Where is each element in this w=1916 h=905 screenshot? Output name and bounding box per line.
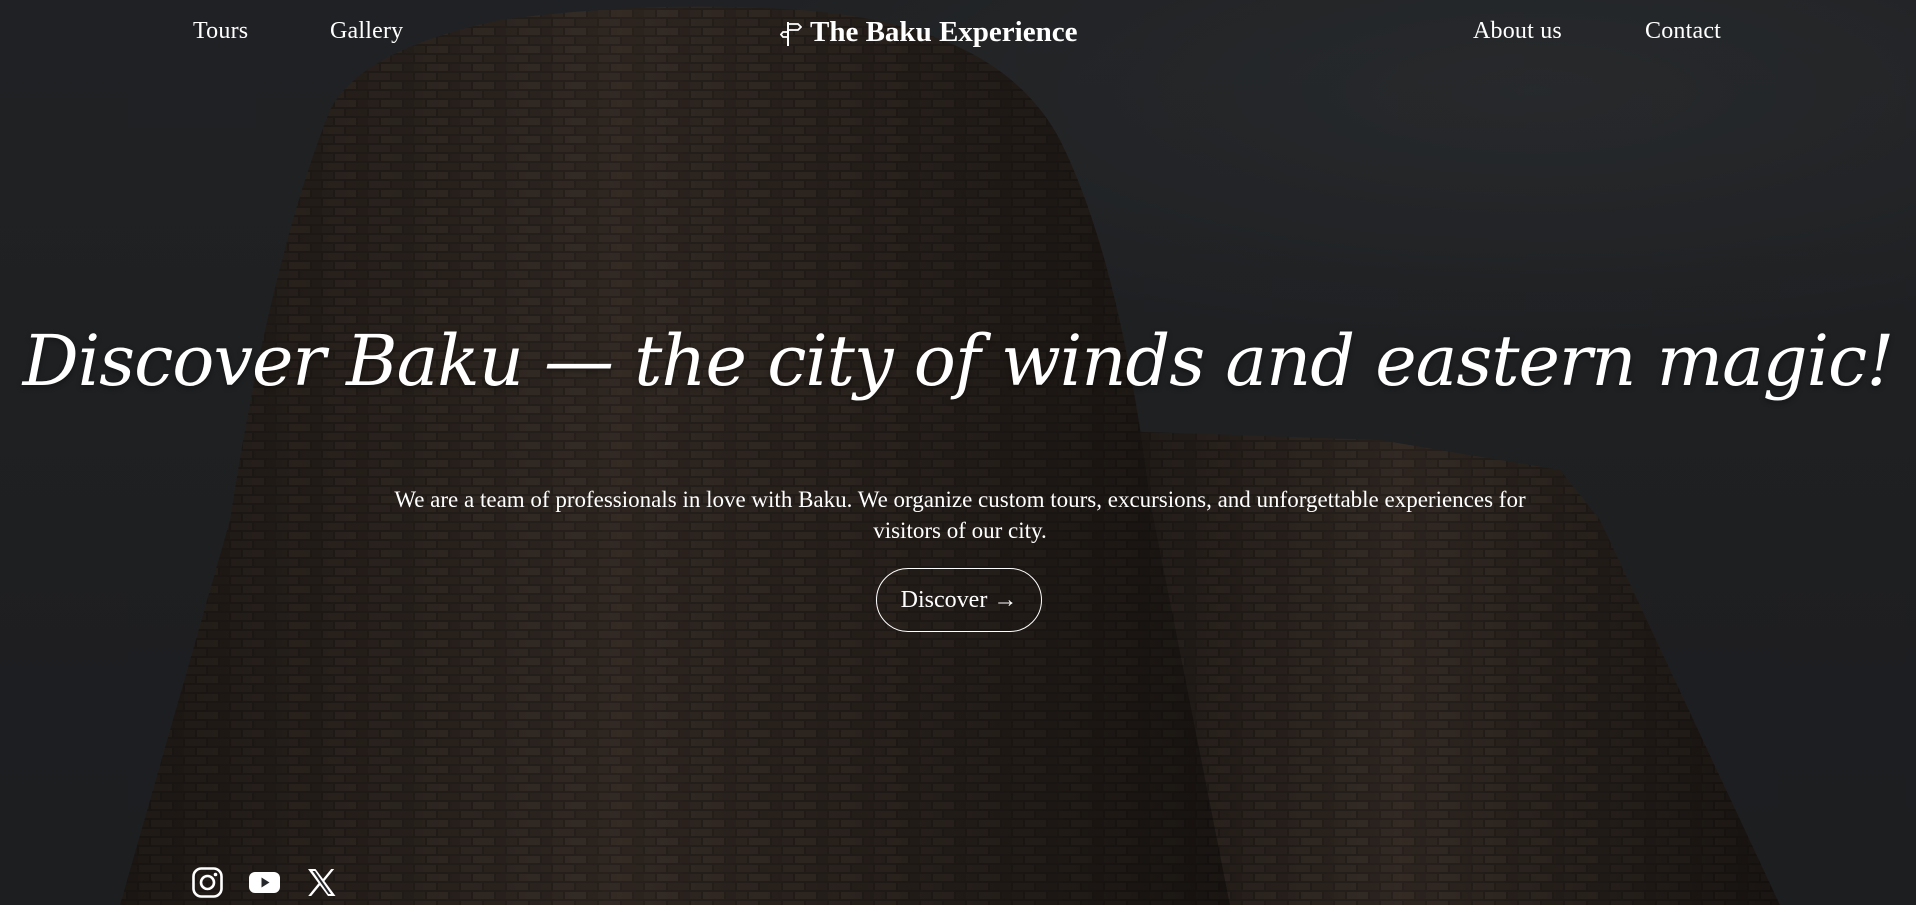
discover-button-label: Discover [900, 586, 988, 613]
hero-description: We are a team of professionals in love w… [394, 487, 1526, 543]
brand-logo[interactable]: The Baku Experience [780, 16, 1077, 49]
nav-tours-link[interactable]: Tours [193, 18, 248, 45]
x-icon[interactable] [305, 866, 338, 899]
instagram-icon[interactable] [191, 866, 224, 899]
nav-about-link[interactable]: About us [1473, 18, 1562, 45]
signpost-icon [780, 21, 802, 46]
hero-title: Discover Baku — the city of winds and ea… [22, 320, 1895, 402]
discover-button[interactable]: Discover → [876, 568, 1042, 632]
nav-gallery-link[interactable]: Gallery [330, 18, 403, 45]
social-links [191, 866, 338, 899]
brand-name: The Baku Experience [810, 16, 1078, 48]
top-nav: Tours Gallery The Baku Experience About … [0, 0, 1916, 72]
nav-contact-link[interactable]: Contact [1645, 18, 1721, 45]
arrow-right-icon: → [993, 586, 1018, 613]
dark-overlay [0, 0, 1916, 905]
youtube-icon[interactable] [248, 866, 281, 899]
